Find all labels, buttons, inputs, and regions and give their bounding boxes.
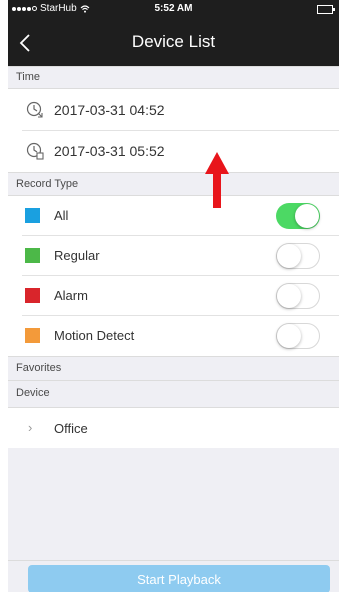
battery-icon	[317, 5, 335, 14]
record-type-row-alarm: Alarm	[8, 276, 339, 316]
section-header-device: Device	[8, 381, 339, 408]
device-list-screen: StarHub 5:52 AM Device List Time 2017-03…	[8, 0, 339, 592]
section-header-favorites[interactable]: Favorites	[8, 356, 339, 381]
start-playback-button[interactable]: Start Playback	[28, 565, 330, 592]
record-type-label: Motion Detect	[54, 328, 135, 343]
time-start-value: 2017-03-31 04:52	[54, 102, 165, 118]
status-bar: StarHub 5:52 AM	[8, 0, 339, 19]
clock-end-icon	[26, 142, 44, 160]
red-arrow-annotation	[205, 152, 229, 208]
status-time: 5:52 AM	[154, 3, 193, 14]
record-type-label: All	[54, 208, 69, 223]
page-title: Device List	[131, 32, 216, 51]
time-end-value: 2017-03-31 05:52	[54, 143, 165, 159]
chevron-right-icon: ›	[28, 420, 33, 435]
toggle-all[interactable]	[276, 203, 320, 229]
record-type-row-regular: Regular	[8, 236, 339, 276]
color-swatch-all	[25, 208, 40, 223]
device-row-office[interactable]: › Office	[8, 408, 339, 448]
empty-list-area	[8, 448, 339, 560]
record-type-label: Regular	[54, 248, 100, 263]
record-type-row-motion-detect: Motion Detect	[8, 316, 339, 356]
color-swatch-motion-detect	[25, 328, 40, 343]
section-header-record-type: Record Type	[8, 172, 339, 196]
toggle-alarm[interactable]	[276, 283, 320, 309]
color-swatch-alarm	[25, 288, 40, 303]
bottom-bar: Start Playback	[8, 560, 339, 592]
device-label: Office	[54, 421, 88, 436]
record-type-row-all: All	[8, 196, 339, 236]
time-start-row[interactable]: 2017-03-31 04:52	[8, 89, 339, 131]
section-header-time: Time	[8, 66, 339, 89]
navigation-bar: Device List	[8, 19, 339, 66]
clock-start-icon	[26, 101, 43, 118]
time-end-row[interactable]: 2017-03-31 05:52	[8, 131, 339, 172]
color-swatch-regular	[25, 248, 40, 263]
toggle-regular[interactable]	[276, 243, 320, 269]
toggle-motion-detect[interactable]	[276, 323, 320, 349]
record-type-label: Alarm	[54, 288, 88, 303]
